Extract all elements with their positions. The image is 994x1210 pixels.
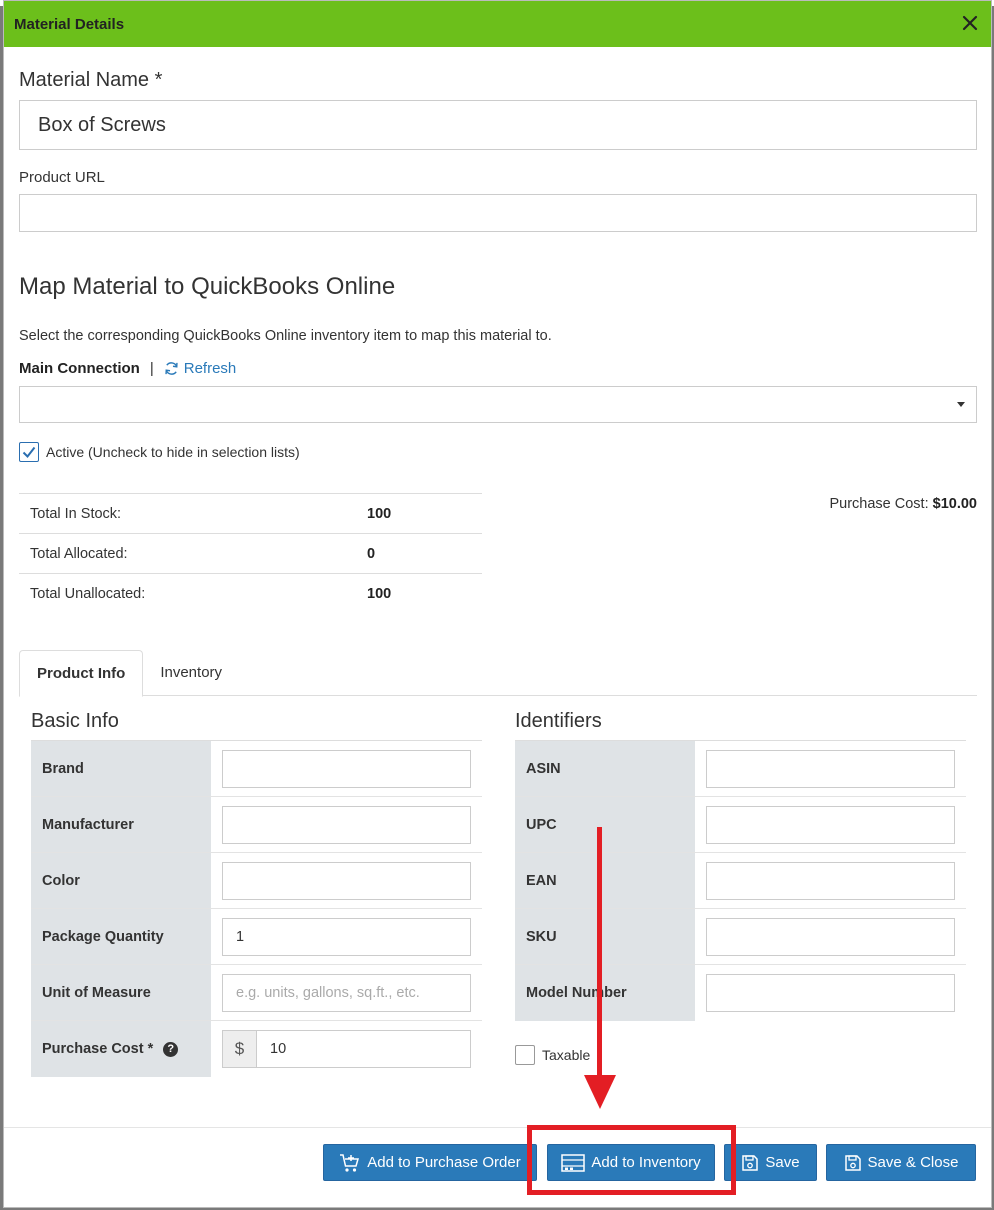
- color-label: Color: [31, 853, 211, 908]
- purchase-cost-label: Purchase Cost *: [42, 1041, 154, 1057]
- field-row-color: Color: [31, 853, 482, 909]
- stock-label: Total Unallocated:: [30, 586, 146, 602]
- separator: |: [149, 360, 154, 377]
- quickbooks-heading: Map Material to QuickBooks Online: [19, 273, 396, 300]
- refresh-label: Refresh: [183, 360, 237, 377]
- modal-title: Material Details: [14, 15, 125, 33]
- save-button[interactable]: Save: [724, 1144, 817, 1181]
- brand-label: Brand: [31, 741, 211, 796]
- purchase-cost-summary: Purchase Cost: $10.00: [829, 496, 977, 512]
- asin-label: ASIN: [515, 741, 695, 796]
- package-quantity-label: Package Quantity: [31, 909, 211, 964]
- asin-input[interactable]: [706, 749, 955, 788]
- save-and-close-label: Save & Close: [867, 1154, 959, 1171]
- purchase-cost-input[interactable]: [256, 1030, 471, 1068]
- field-row-sku: SKU: [515, 909, 966, 965]
- material-details-modal: Material Details Material Name * Product…: [3, 0, 992, 1208]
- connection-row: Main Connection | Refresh: [19, 360, 236, 377]
- chevron-down-icon: [957, 402, 965, 407]
- cart-plus-icon: [340, 1153, 360, 1172]
- field-row-upc: UPC: [515, 797, 966, 853]
- annotation-highlight-box: [527, 1125, 736, 1195]
- active-label: Active (Uncheck to hide in selection lis…: [46, 444, 300, 460]
- tab-inventory[interactable]: Inventory: [143, 650, 239, 695]
- model-number-input[interactable]: [706, 974, 955, 1012]
- stock-summary-table: Total In Stock: 100 Total Allocated: 0 T…: [19, 493, 482, 614]
- package-quantity-input[interactable]: [222, 917, 471, 956]
- floppy-disk-icon: [844, 1154, 861, 1171]
- unit-of-measure-label: Unit of Measure: [31, 965, 211, 1020]
- stock-value: 0: [367, 545, 376, 562]
- taxable-row: Taxable: [515, 1045, 590, 1065]
- active-checkbox[interactable]: [19, 442, 39, 462]
- purchase-cost-summary-label: Purchase Cost:: [829, 496, 929, 512]
- field-row-unit-of-measure: Unit of Measure: [31, 965, 482, 1021]
- modal-header: Material Details: [4, 1, 991, 47]
- purchase-cost-label-cell: Purchase Cost * ?: [31, 1021, 211, 1077]
- basic-info-title: Basic Info: [31, 710, 119, 732]
- save-and-close-button[interactable]: Save & Close: [826, 1144, 976, 1181]
- stock-label: Total In Stock:: [30, 505, 122, 522]
- identifiers-table: ASIN UPC EAN SKU Model Number: [515, 740, 966, 1021]
- basic-info-table: Brand Manufacturer Color Package Quantit…: [31, 740, 482, 1077]
- stock-row: Total In Stock: 100: [19, 494, 482, 534]
- floppy-disk-icon: [742, 1154, 759, 1171]
- field-row-model-number: Model Number: [515, 965, 966, 1021]
- add-to-purchase-order-label: Add to Purchase Order: [367, 1154, 521, 1171]
- field-row-ean: EAN: [515, 853, 966, 909]
- stock-row: Total Unallocated: 100: [19, 574, 482, 614]
- field-row-purchase-cost: Purchase Cost * ? $: [31, 1021, 482, 1077]
- product-url-input[interactable]: [19, 194, 977, 232]
- brand-input[interactable]: [222, 749, 471, 788]
- purchase-cost-input-group: $: [222, 1030, 471, 1068]
- checkmark-icon: [22, 446, 36, 459]
- purchase-cost-summary-value: $10.00: [932, 496, 977, 512]
- taxable-label: Taxable: [542, 1047, 591, 1063]
- stock-label: Total Allocated:: [30, 545, 128, 562]
- field-row-brand: Brand: [31, 741, 482, 797]
- material-name-label: Material Name *: [19, 69, 163, 91]
- refresh-link[interactable]: Refresh: [164, 360, 237, 377]
- product-url-label: Product URL: [19, 169, 105, 186]
- field-row-package-quantity: Package Quantity: [31, 909, 482, 965]
- add-to-purchase-order-button[interactable]: Add to Purchase Order: [323, 1144, 537, 1181]
- manufacturer-label: Manufacturer: [31, 797, 211, 852]
- stock-row: Total Allocated: 0: [19, 534, 482, 574]
- quickbooks-item-select[interactable]: [19, 386, 977, 423]
- field-row-manufacturer: Manufacturer: [31, 797, 482, 853]
- upc-label: UPC: [515, 797, 695, 852]
- tab-product-info[interactable]: Product Info: [19, 650, 144, 697]
- unit-of-measure-input[interactable]: [222, 973, 471, 1012]
- ean-label: EAN: [515, 853, 695, 908]
- sku-label: SKU: [515, 909, 695, 964]
- tab-bar: Product Info Inventory: [19, 650, 977, 697]
- taxable-checkbox[interactable]: [515, 1045, 535, 1065]
- modal-body: Material Name * Product URL Map Material…: [4, 47, 991, 1127]
- annotation-arrow-head: [584, 1075, 616, 1109]
- identifiers-title: Identifiers: [515, 710, 602, 732]
- stock-value: 100: [367, 505, 392, 522]
- main-connection-label: Main Connection: [19, 360, 140, 377]
- field-row-asin: ASIN: [515, 741, 966, 797]
- close-icon[interactable]: [959, 12, 981, 34]
- dollar-addon: $: [222, 1030, 256, 1068]
- model-number-label: Model Number: [515, 965, 695, 1021]
- sku-input[interactable]: [706, 917, 955, 956]
- material-name-input[interactable]: [19, 100, 977, 150]
- active-row: Active (Uncheck to hide in selection lis…: [19, 442, 300, 462]
- modal-footer: Add to Purchase Order Add to Inventory S…: [4, 1127, 991, 1207]
- save-label: Save: [765, 1154, 800, 1171]
- stock-value: 100: [367, 586, 392, 602]
- question-circle-icon[interactable]: ?: [163, 1041, 179, 1057]
- manufacturer-input[interactable]: [222, 805, 471, 844]
- color-input[interactable]: [222, 861, 471, 900]
- refresh-icon: [165, 362, 178, 375]
- quickbooks-description: Select the corresponding QuickBooks Onli…: [19, 328, 552, 344]
- upc-input[interactable]: [706, 805, 955, 844]
- annotation-arrow-shaft: [597, 827, 602, 1077]
- ean-input[interactable]: [706, 861, 955, 900]
